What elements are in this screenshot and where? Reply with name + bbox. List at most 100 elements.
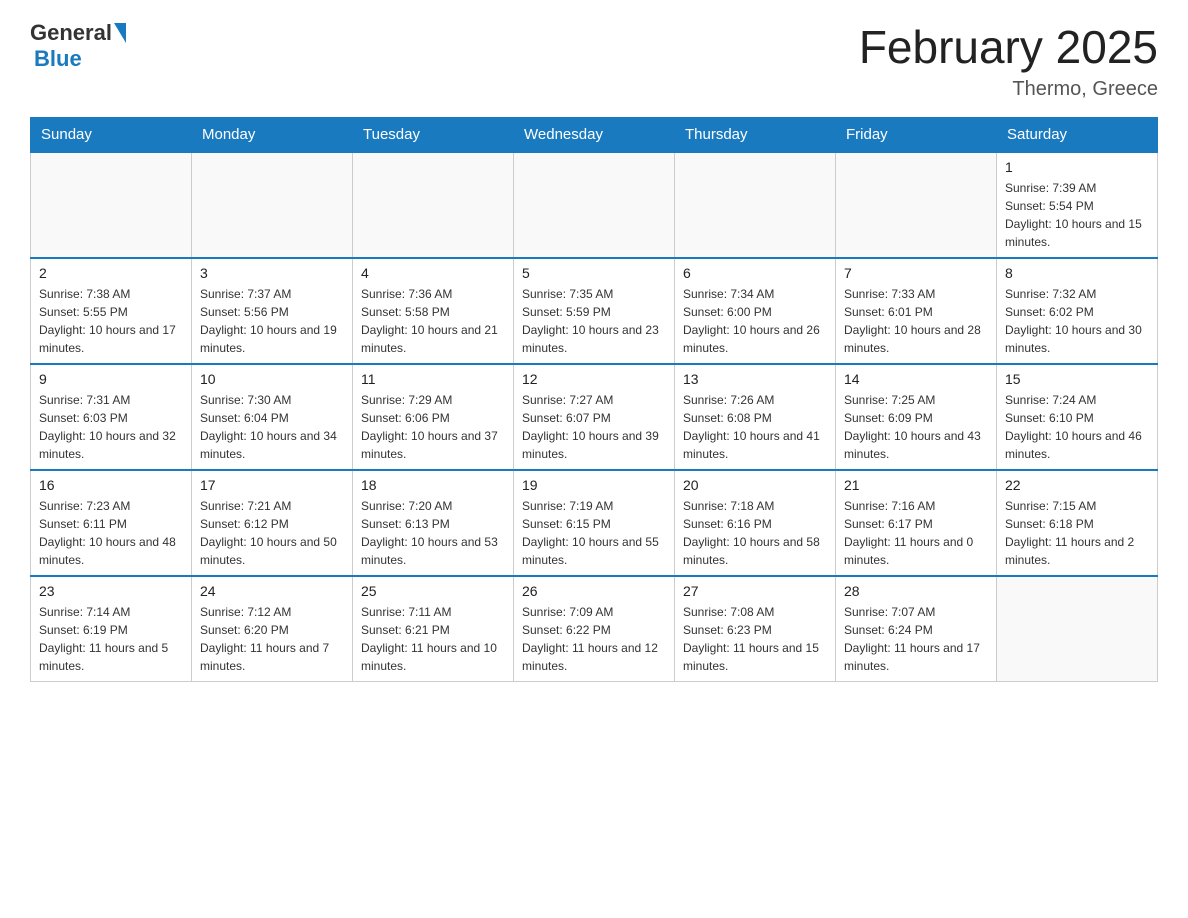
day-number: 2	[39, 265, 183, 281]
day-info: Sunrise: 7:30 AMSunset: 6:04 PMDaylight:…	[200, 391, 344, 463]
day-number: 9	[39, 371, 183, 387]
calendar-header-friday: Friday	[836, 118, 997, 153]
day-info: Sunrise: 7:11 AMSunset: 6:21 PMDaylight:…	[361, 603, 505, 675]
day-info: Sunrise: 7:25 AMSunset: 6:09 PMDaylight:…	[844, 391, 988, 463]
day-number: 22	[1005, 477, 1149, 493]
day-info: Sunrise: 7:15 AMSunset: 6:18 PMDaylight:…	[1005, 497, 1149, 569]
calendar-cell: 2 Sunrise: 7:38 AMSunset: 5:55 PMDaylight…	[31, 258, 192, 364]
calendar-week-row: 9Sunrise: 7:31 AMSunset: 6:03 PMDaylight…	[31, 364, 1158, 470]
day-info: Sunrise: 7:26 AMSunset: 6:08 PMDaylight:…	[683, 391, 827, 463]
day-info: Sunrise: 7:16 AMSunset: 6:17 PMDaylight:…	[844, 497, 988, 569]
location-text: Thermo, Greece	[859, 78, 1158, 101]
day-info: Sunrise: 7:09 AMSunset: 6:22 PMDaylight:…	[522, 603, 666, 675]
calendar-week-row: 23 Sunrise: 7:14 AMSunset: 6:19 PMDayligh…	[31, 576, 1158, 682]
day-info: Sunrise: 7:34 AMSunset: 6:00 PMDaylight:…	[683, 285, 827, 357]
calendar-cell: 19 Sunrise: 7:19 AMSunset: 6:15 PMDayligh…	[514, 470, 675, 576]
day-number: 16	[39, 477, 183, 493]
day-number: 5	[522, 265, 666, 281]
calendar-week-row: 1 Sunrise: 7:39 AMSunset: 5:54 PMDaylight…	[31, 152, 1158, 258]
calendar-cell: 16 Sunrise: 7:23 AMSunset: 6:11 PMDayligh…	[31, 470, 192, 576]
day-info: Sunrise: 7:20 AMSunset: 6:13 PMDaylight:…	[361, 497, 505, 569]
calendar-cell: 28 Sunrise: 7:07 AMSunset: 6:24 PMDayligh…	[836, 576, 997, 682]
calendar-cell: 22 Sunrise: 7:15 AMSunset: 6:18 PMDayligh…	[997, 470, 1158, 576]
day-info: Sunrise: 7:19 AMSunset: 6:15 PMDaylight:…	[522, 497, 666, 569]
calendar-header-saturday: Saturday	[997, 118, 1158, 153]
day-number: 25	[361, 583, 505, 599]
calendar-table: SundayMondayTuesdayWednesdayThursdayFrid…	[30, 117, 1158, 682]
day-info: Sunrise: 7:33 AMSunset: 6:01 PMDaylight:…	[844, 285, 988, 357]
calendar-cell: 4 Sunrise: 7:36 AMSunset: 5:58 PMDaylight…	[353, 258, 514, 364]
logo: General Blue	[30, 20, 126, 72]
day-number: 23	[39, 583, 183, 599]
day-number: 17	[200, 477, 344, 493]
calendar-cell	[675, 152, 836, 258]
page-header: General Blue February 2025 Thermo, Greec…	[30, 20, 1158, 101]
calendar-cell: 10 Sunrise: 7:30 AMSunset: 6:04 PMDayligh…	[192, 364, 353, 470]
calendar-cell: 18Sunrise: 7:20 AMSunset: 6:13 PMDayligh…	[353, 470, 514, 576]
day-number: 28	[844, 583, 988, 599]
day-info: Sunrise: 7:23 AMSunset: 6:11 PMDaylight:…	[39, 497, 183, 569]
calendar-cell: 6 Sunrise: 7:34 AMSunset: 6:00 PMDaylight…	[675, 258, 836, 364]
calendar-cell: 21 Sunrise: 7:16 AMSunset: 6:17 PMDayligh…	[836, 470, 997, 576]
calendar-cell: 13 Sunrise: 7:26 AMSunset: 6:08 PMDayligh…	[675, 364, 836, 470]
day-info: Sunrise: 7:07 AMSunset: 6:24 PMDaylight:…	[844, 603, 988, 675]
day-number: 14	[844, 371, 988, 387]
day-info: Sunrise: 7:18 AMSunset: 6:16 PMDaylight:…	[683, 497, 827, 569]
day-number: 6	[683, 265, 827, 281]
calendar-header-thursday: Thursday	[675, 118, 836, 153]
calendar-cell: 23 Sunrise: 7:14 AMSunset: 6:19 PMDayligh…	[31, 576, 192, 682]
day-info: Sunrise: 7:38 AMSunset: 5:55 PMDaylight:…	[39, 285, 183, 357]
day-number: 26	[522, 583, 666, 599]
day-info: Sunrise: 7:21 AMSunset: 6:12 PMDaylight:…	[200, 497, 344, 569]
calendar-week-row: 16 Sunrise: 7:23 AMSunset: 6:11 PMDayligh…	[31, 470, 1158, 576]
calendar-cell: 27Sunrise: 7:08 AMSunset: 6:23 PMDayligh…	[675, 576, 836, 682]
day-number: 19	[522, 477, 666, 493]
day-number: 20	[683, 477, 827, 493]
calendar-cell	[31, 152, 192, 258]
calendar-cell: 7Sunrise: 7:33 AMSunset: 6:01 PMDaylight…	[836, 258, 997, 364]
calendar-cell: 25 Sunrise: 7:11 AMSunset: 6:21 PMDayligh…	[353, 576, 514, 682]
calendar-header-sunday: Sunday	[31, 118, 192, 153]
day-number: 15	[1005, 371, 1149, 387]
day-info: Sunrise: 7:32 AMSunset: 6:02 PMDaylight:…	[1005, 285, 1149, 357]
calendar-cell: 11 Sunrise: 7:29 AMSunset: 6:06 PMDayligh…	[353, 364, 514, 470]
calendar-cell: 12 Sunrise: 7:27 AMSunset: 6:07 PMDayligh…	[514, 364, 675, 470]
calendar-header-row: SundayMondayTuesdayWednesdayThursdayFrid…	[31, 118, 1158, 153]
calendar-header-wednesday: Wednesday	[514, 118, 675, 153]
day-info: Sunrise: 7:27 AMSunset: 6:07 PMDaylight:…	[522, 391, 666, 463]
day-number: 4	[361, 265, 505, 281]
day-number: 24	[200, 583, 344, 599]
calendar-cell	[192, 152, 353, 258]
logo-blue-text: Blue	[34, 46, 82, 72]
calendar-cell	[514, 152, 675, 258]
calendar-cell: 17 Sunrise: 7:21 AMSunset: 6:12 PMDayligh…	[192, 470, 353, 576]
calendar-cell: 3 Sunrise: 7:37 AMSunset: 5:56 PMDaylight…	[192, 258, 353, 364]
day-info: Sunrise: 7:39 AMSunset: 5:54 PMDaylight:…	[1005, 179, 1149, 251]
day-info: Sunrise: 7:14 AMSunset: 6:19 PMDaylight:…	[39, 603, 183, 675]
day-info: Sunrise: 7:29 AMSunset: 6:06 PMDaylight:…	[361, 391, 505, 463]
calendar-cell: 8 Sunrise: 7:32 AMSunset: 6:02 PMDaylight…	[997, 258, 1158, 364]
day-info: Sunrise: 7:12 AMSunset: 6:20 PMDaylight:…	[200, 603, 344, 675]
day-number: 3	[200, 265, 344, 281]
day-number: 12	[522, 371, 666, 387]
day-info: Sunrise: 7:36 AMSunset: 5:58 PMDaylight:…	[361, 285, 505, 357]
calendar-cell: 5Sunrise: 7:35 AMSunset: 5:59 PMDaylight…	[514, 258, 675, 364]
calendar-cell: 1 Sunrise: 7:39 AMSunset: 5:54 PMDaylight…	[997, 152, 1158, 258]
day-number: 21	[844, 477, 988, 493]
logo-triangle-icon	[114, 23, 126, 43]
calendar-cell: 14 Sunrise: 7:25 AMSunset: 6:09 PMDayligh…	[836, 364, 997, 470]
calendar-cell	[353, 152, 514, 258]
calendar-cell: 26 Sunrise: 7:09 AMSunset: 6:22 PMDayligh…	[514, 576, 675, 682]
day-number: 11	[361, 371, 505, 387]
day-number: 13	[683, 371, 827, 387]
day-number: 1	[1005, 159, 1149, 175]
calendar-cell	[836, 152, 997, 258]
month-title: February 2025	[859, 20, 1158, 74]
day-number: 27	[683, 583, 827, 599]
calendar-cell: 24 Sunrise: 7:12 AMSunset: 6:20 PMDayligh…	[192, 576, 353, 682]
calendar-header-tuesday: Tuesday	[353, 118, 514, 153]
day-number: 10	[200, 371, 344, 387]
day-number: 8	[1005, 265, 1149, 281]
day-info: Sunrise: 7:37 AMSunset: 5:56 PMDaylight:…	[200, 285, 344, 357]
title-section: February 2025 Thermo, Greece	[859, 20, 1158, 101]
